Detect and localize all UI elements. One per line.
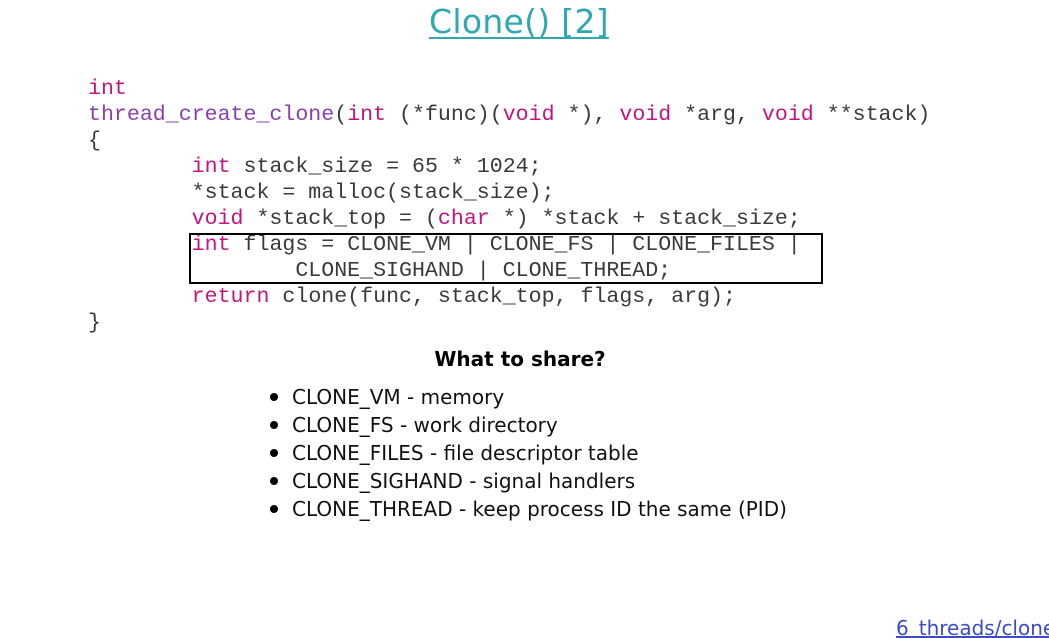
code-keyword: int xyxy=(347,103,387,127)
code-keyword: void xyxy=(761,103,814,127)
code-line: int stack_size = 65 * 1024; xyxy=(88,154,930,180)
code-text: *arg, xyxy=(671,103,762,127)
code-line: void *stack_top = (char *) *stack + stac… xyxy=(88,206,930,232)
code-line: int xyxy=(88,76,930,102)
code-text: { xyxy=(88,129,101,153)
bullet-icon xyxy=(270,393,278,401)
bullet-icon xyxy=(270,449,278,457)
code-line: thread_create_clone(int (*func)(void *),… xyxy=(88,102,930,128)
code-keyword: char xyxy=(437,207,490,231)
code-text: *) *stack + stack_size; xyxy=(489,207,801,231)
list-item: CLONE_THREAD - keep process ID the same … xyxy=(270,495,787,523)
code-text: stack_size = 65 * 1024; xyxy=(230,155,542,179)
list-item-text: CLONE_FILES - file descriptor table xyxy=(292,441,639,465)
code-function-name: thread_create_clone xyxy=(88,103,335,127)
bullet-icon xyxy=(270,421,278,429)
code-text: ( xyxy=(334,103,348,127)
code-line: return clone(func, stack_top, flags, arg… xyxy=(88,284,930,310)
code-text: clone(func, stack_top, flags, arg); xyxy=(269,285,736,309)
code-text: **stack) xyxy=(813,103,931,127)
code-line: { xyxy=(88,128,930,154)
bullet-icon xyxy=(270,505,278,513)
share-list: CLONE_VM - memory CLONE_FS - work direct… xyxy=(270,383,787,523)
code-text: *stack = malloc(stack_size); xyxy=(88,181,555,205)
code-text: *stack_top = ( xyxy=(243,207,438,231)
code-keyword: int xyxy=(88,77,127,101)
code-keyword: void xyxy=(619,103,672,127)
code-keyword: int xyxy=(191,155,231,179)
code-text: (*func)( xyxy=(386,103,503,127)
code-keyword: return xyxy=(191,285,270,309)
code-text: *), xyxy=(554,103,620,127)
share-subheading: What to share? xyxy=(434,347,606,371)
slide-title: Clone() [2] xyxy=(429,2,609,41)
list-item: CLONE_FILES - file descriptor table xyxy=(270,439,787,467)
list-item-text: CLONE_THREAD - keep process ID the same … xyxy=(292,497,787,521)
list-item: CLONE_FS - work directory xyxy=(270,411,787,439)
footer-source-link[interactable]: 6_threads/clone xyxy=(896,616,1049,638)
flags-highlight-box xyxy=(189,233,823,284)
list-item: CLONE_VM - memory xyxy=(270,383,787,411)
code-keyword: void xyxy=(191,207,244,231)
list-item-text: CLONE_FS - work directory xyxy=(292,413,558,437)
list-item-text: CLONE_SIGHAND - signal handlers xyxy=(292,469,636,493)
bullet-icon xyxy=(270,477,278,485)
code-text: } xyxy=(88,311,101,335)
code-keyword: void xyxy=(502,103,555,127)
code-block: int thread_create_clone(int (*func)(void … xyxy=(88,76,930,336)
code-line: } xyxy=(88,310,930,336)
list-item-text: CLONE_VM - memory xyxy=(292,385,505,409)
code-line: *stack = malloc(stack_size); xyxy=(88,180,930,206)
list-item: CLONE_SIGHAND - signal handlers xyxy=(270,467,787,495)
